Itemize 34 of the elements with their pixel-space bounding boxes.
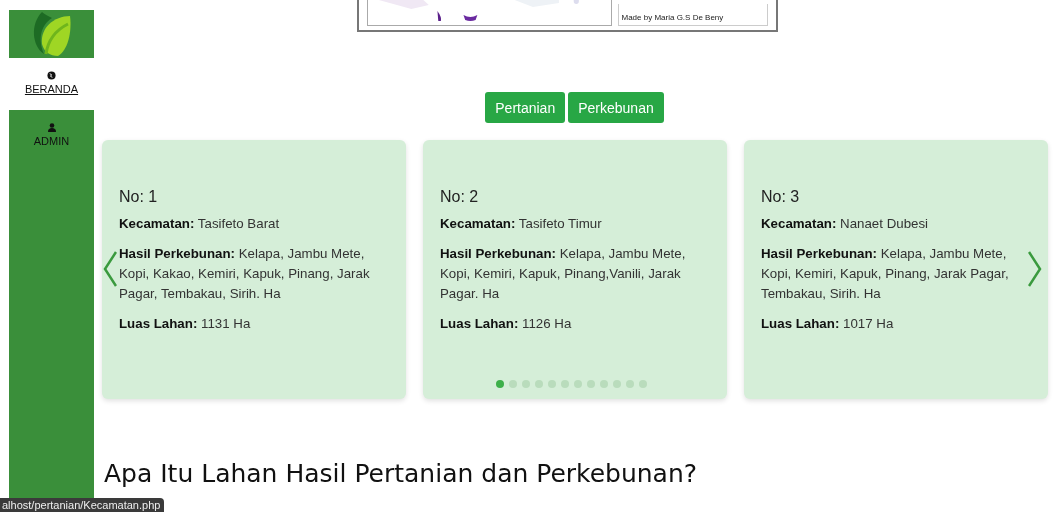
pagination-dot[interactable]: [561, 380, 569, 388]
nav-link[interactable]: ADMIN: [9, 110, 94, 162]
previous-arrow[interactable]: [103, 250, 117, 288]
link-tooltip: alhost/pertanian/Kecamatan.php: [0, 498, 165, 512]
section-heading: Apa Itu Lahan Hasil Pertanian dan Perkebunan?: [104, 459, 698, 488]
user-icon: [47, 123, 56, 132]
pagination-dot[interactable]: [522, 380, 530, 388]
pagination-dot[interactable]: [587, 380, 595, 388]
card-field: Hasil Perkebunan: Kelapa, Jambu Mete, Kopi, Kemiri, Kapuk, Pinang,Vanili, Jarak Pagar. Ha: [440, 244, 699, 304]
category-button[interactable]: Pertanian: [485, 92, 566, 123]
card-field: Luas Lahan: 1017 Ha: [761, 314, 1020, 334]
globe-icon: [47, 71, 56, 80]
pagination-dot[interactable]: [639, 380, 647, 388]
pagination-dot[interactable]: [600, 380, 608, 388]
card-field: Kecamatan: Tasifeto Timur: [440, 214, 699, 234]
pagination-dot[interactable]: [613, 380, 621, 388]
card-title: No: 1: [119, 188, 159, 206]
pagination-dot[interactable]: [626, 380, 634, 388]
card-title: No: 2: [440, 188, 480, 206]
card-title: No: 3: [761, 188, 801, 206]
card-field: Hasil Perkebunan: Kelapa, Jambu Mete, Kopi, Kemiri, Kapuk, Pinang, Jarak Pagar, Tembakau, Sirih. Ha: [761, 244, 1020, 304]
pagination-dot[interactable]: [548, 380, 556, 388]
card-field: Luas Lahan: 1131 Ha: [119, 314, 378, 334]
pagination-dot[interactable]: [574, 380, 582, 388]
next-arrow[interactable]: [1028, 250, 1042, 288]
card-field: Luas Lahan: 1126 Ha: [440, 314, 699, 334]
map-credit: Made by Maria G.S De Beny: [617, 4, 768, 26]
pagination-dot[interactable]: [509, 380, 517, 388]
pagination-dot[interactable]: [496, 380, 504, 388]
pagination-dot[interactable]: [535, 380, 543, 388]
card-field: Hasil Perkebunan: Kelapa, Jambu Mete, Kopi, Kakao, Kemiri, Kapuk, Pinang, Jarak Pagar, Tembakau, Sirih. Ha: [119, 244, 378, 304]
category-button[interactable]: Perkebunan: [568, 92, 664, 123]
card-field: Kecamatan: Nanaet Dubesi: [761, 214, 1020, 234]
card-field: Kecamatan: Tasifeto Barat: [119, 214, 378, 234]
